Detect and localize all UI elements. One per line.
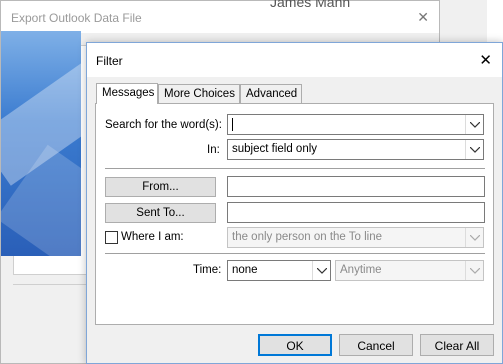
tab-messages[interactable]: Messages bbox=[96, 83, 158, 104]
filter-dialog: Filter ✕ Messages More Choices Advanced … bbox=[86, 42, 503, 364]
chevron-down-icon[interactable] bbox=[465, 228, 483, 247]
divider bbox=[105, 168, 485, 169]
ok-button[interactable]: OK bbox=[258, 334, 332, 356]
tab-advanced[interactable]: Advanced bbox=[240, 84, 302, 104]
chevron-down-icon[interactable] bbox=[465, 261, 483, 280]
where-i-am-value: the only person on the To line bbox=[232, 231, 383, 243]
time-range-dropdown[interactable]: Anytime bbox=[335, 260, 484, 281]
export-wizard-title: Export Outlook Data File bbox=[11, 11, 142, 25]
sent-to-button[interactable]: Sent To... bbox=[105, 203, 216, 223]
time-range-value: Anytime bbox=[340, 264, 382, 276]
close-icon[interactable]: ✕ bbox=[417, 9, 429, 26]
clear-all-button[interactable]: Clear All bbox=[420, 334, 494, 356]
cancel-button[interactable]: Cancel bbox=[339, 334, 413, 356]
in-label: In: bbox=[207, 144, 220, 156]
where-i-am-label: Where I am: bbox=[121, 231, 184, 243]
search-combobox[interactable] bbox=[227, 114, 484, 135]
tab-more-choices[interactable]: More Choices bbox=[158, 84, 240, 104]
sent-to-field[interactable] bbox=[227, 202, 485, 223]
from-field[interactable] bbox=[227, 176, 485, 197]
dialog-title: Filter bbox=[96, 54, 123, 68]
search-label: Search for the word(s): bbox=[105, 119, 222, 131]
export-wizard-titlebar: Export Outlook Data File ✕ bbox=[1, 1, 439, 33]
contact-name: James Mann bbox=[270, 0, 351, 10]
in-field-value: subject field only bbox=[232, 143, 318, 155]
divider bbox=[105, 253, 485, 254]
chevron-down-icon[interactable] bbox=[465, 140, 483, 159]
time-dropdown[interactable]: none bbox=[227, 260, 331, 281]
time-value: none bbox=[232, 264, 258, 276]
from-button[interactable]: From... bbox=[105, 177, 216, 197]
where-i-am-dropdown[interactable]: the only person on the To line bbox=[227, 227, 484, 248]
messages-tab-panel: Search for the word(s): In: subject fiel… bbox=[95, 103, 494, 325]
in-field-dropdown[interactable]: subject field only bbox=[227, 139, 484, 160]
close-icon[interactable]: ✕ bbox=[479, 51, 492, 69]
filter-titlebar: Filter ✕ bbox=[87, 43, 502, 77]
chevron-down-icon[interactable] bbox=[312, 261, 330, 280]
text-caret bbox=[232, 118, 233, 131]
wizard-banner-image bbox=[1, 31, 81, 256]
where-i-am-checkbox[interactable] bbox=[105, 231, 118, 244]
chevron-down-icon[interactable] bbox=[465, 115, 483, 134]
time-label: Time: bbox=[193, 264, 222, 276]
